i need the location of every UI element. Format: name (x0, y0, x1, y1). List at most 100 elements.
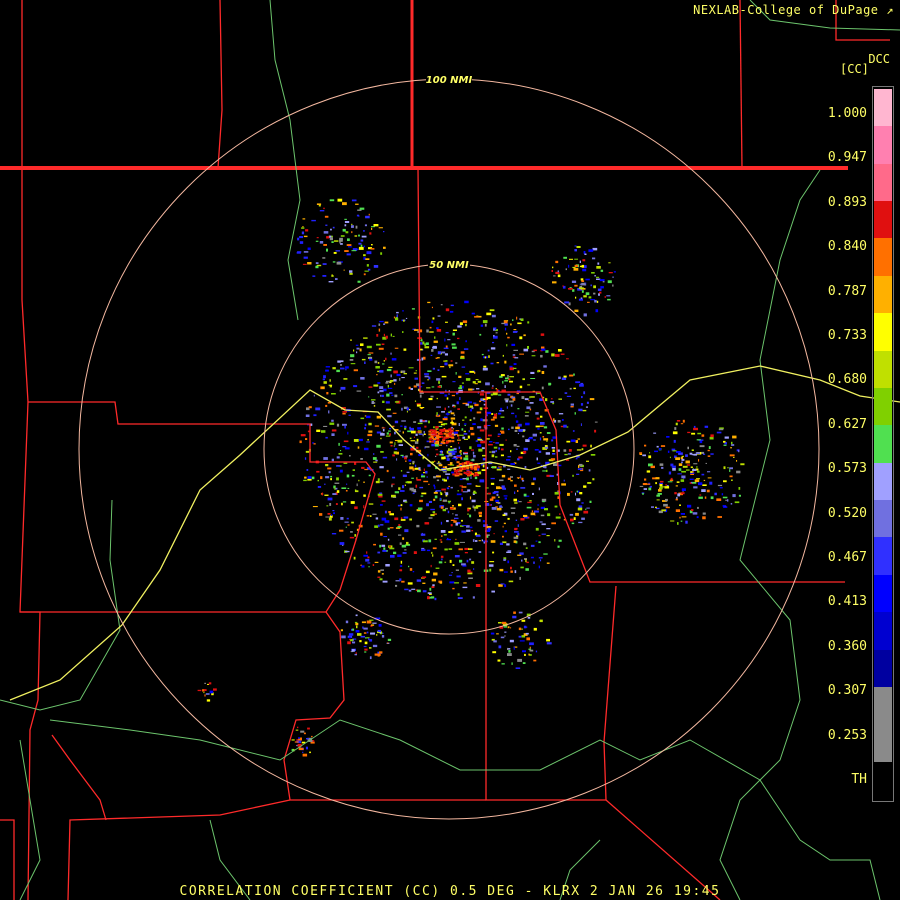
radar-echo-pixel (676, 481, 680, 483)
radar-echo-pixel (462, 436, 466, 439)
radar-echo-pixel (401, 407, 403, 411)
radar-echo-pixel (519, 385, 523, 389)
radar-echo-pixel (346, 517, 349, 520)
range-label-50: 50 NMI (429, 260, 469, 271)
radar-echo-pixel (408, 386, 411, 389)
radar-echo-pixel (414, 464, 417, 467)
radar-echo-pixel (639, 452, 643, 455)
radar-echo-pixel (448, 440, 452, 442)
radar-echo-pixel (384, 510, 387, 514)
color-scale-segment (874, 612, 892, 651)
radar-echo-pixel (447, 469, 452, 471)
credit-text: NEXLAB-College of DuPage (693, 3, 879, 17)
radar-echo-pixel (513, 349, 518, 351)
highway-line (719, 169, 821, 900)
radar-echo-pixel (446, 458, 450, 461)
radar-echo-pixel (732, 494, 736, 498)
radar-echo-pixel (500, 431, 505, 434)
radar-echo-pixel (364, 468, 368, 471)
radar-echo-pixel (524, 626, 528, 628)
radar-echo-pixel (439, 433, 443, 435)
radar-echo-pixel (495, 450, 497, 453)
radar-echo-pixel (416, 438, 419, 442)
radar-echo-pixel (513, 329, 517, 331)
radar-echo-pixel (533, 477, 536, 481)
radar-echo-pixel (447, 455, 449, 458)
radar-echo-pixel (681, 475, 686, 479)
radar-echo-pixel (377, 362, 380, 364)
radar-echo-pixel (312, 275, 316, 277)
radar-echo-pixel (399, 578, 402, 581)
radar-echo-pixel (457, 490, 459, 492)
radar-echo-pixel (455, 362, 458, 364)
radar-echo-pixel (400, 517, 403, 520)
radar-echo-pixel (502, 535, 504, 538)
radar-echo-pixel (330, 478, 332, 481)
radar-echo-pixel (515, 415, 517, 418)
radar-echo-pixel (499, 506, 503, 508)
radar-echo-pixel (396, 373, 401, 377)
radar-echo-pixel (458, 387, 463, 389)
radar-echo-pixel (492, 392, 498, 396)
state-borders (0, 0, 890, 900)
radar-echo-pixel (537, 508, 539, 510)
radar-echo-pixel (463, 457, 469, 461)
radar-echo-pixel (434, 495, 438, 499)
radar-echo-pixel (321, 492, 323, 496)
radar-echo-pixel (423, 480, 429, 483)
radar-echo-pixel (469, 446, 472, 450)
radar-echo-pixel (570, 518, 574, 522)
radar-echo-pixel (367, 433, 373, 437)
radar-echo-pixel (445, 455, 448, 458)
radar-echo-pixel (499, 443, 504, 446)
radar-echo-pixel (563, 424, 567, 428)
radar-echo-pixel (473, 491, 477, 494)
radar-echo-pixel (510, 566, 512, 570)
radar-echo-pixel (455, 458, 457, 461)
radar-echo-pixel (493, 335, 495, 337)
radar-echo-pixel (452, 346, 457, 349)
radar-echo-pixel (364, 270, 369, 272)
radar-echo-pixel (478, 448, 483, 452)
radar-echo-pixel (316, 429, 321, 432)
external-link-icon[interactable]: ↗ (886, 3, 894, 17)
radar-echo-pixel (503, 522, 506, 525)
radar-echo-pixel (530, 556, 534, 559)
radar-echo-pixel (586, 507, 590, 509)
radar-echo-pixel (380, 532, 383, 536)
radar-echo-pixel (312, 506, 318, 508)
radar-echo-pixel (346, 244, 352, 246)
radar-echo-pixel (458, 423, 460, 426)
radar-echo-pixel (570, 406, 574, 408)
radar-echo-pixel (388, 430, 391, 432)
radar-echo-pixel (642, 454, 646, 457)
radar-echo-pixel (661, 486, 667, 488)
radar-echo-pixel (473, 455, 476, 458)
radar-echo-pixel (496, 507, 502, 511)
radar-echo-pixel (374, 525, 379, 528)
radar-echo-pixel (345, 368, 347, 371)
radar-echo-pixel (475, 505, 481, 508)
radar-echo-pixel (429, 429, 433, 432)
radar-echo-pixel (490, 347, 496, 350)
radar-echo-pixel (398, 534, 402, 536)
radar-echo-pixel (577, 468, 583, 470)
radar-echo-pixel (687, 431, 691, 434)
radar-echo-pixel (443, 479, 447, 482)
radar-echo-pixel (341, 487, 347, 489)
radar-echo-pixel (431, 306, 433, 309)
radar-echo-pixel (396, 458, 398, 461)
radar-echo-pixel (340, 517, 344, 520)
radar-echo-pixel (542, 470, 547, 472)
radar-echo-pixel (355, 203, 359, 205)
color-scale-segment (874, 425, 892, 464)
radar-echo-pixel (456, 401, 459, 405)
radar-echo-pixel (590, 444, 592, 448)
radar-echo-pixel (422, 576, 427, 578)
radar-echo-pixel (404, 588, 409, 591)
radar-echo-pixel (367, 562, 371, 564)
radar-echo-pixel (315, 265, 319, 269)
radar-echo-pixel (363, 505, 365, 509)
radar-echo-pixel (453, 447, 457, 450)
radar-echo-pixel (507, 560, 510, 564)
